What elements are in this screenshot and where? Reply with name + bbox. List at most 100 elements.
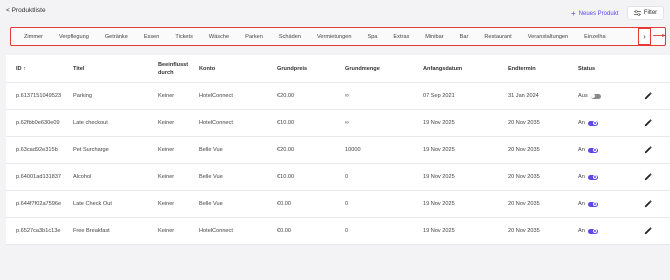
- table-header-row: ID ↑ Titel Beeinflusst durch Konto Grund…: [6, 55, 670, 83]
- column-header-quantity: Grundmenge: [345, 65, 380, 72]
- edit-button[interactable]: [644, 119, 652, 127]
- status-toggle[interactable]: [590, 93, 601, 99]
- edit-button[interactable]: [644, 227, 652, 235]
- table-row[interactable]: p.644f7f02a7596e Late Check Out Keiner Bell…: [6, 191, 670, 218]
- category-tab[interactable]: Restaurant: [476, 34, 519, 40]
- category-tab[interactable]: Getränke: [97, 34, 136, 40]
- category-next-button[interactable]: ›: [638, 28, 651, 45]
- category-tab[interactable]: Extras: [385, 34, 417, 40]
- account: Belle Vue: [199, 174, 223, 180]
- category-tab[interactable]: Einzelha: [576, 34, 613, 40]
- category-tab[interactable]: Wäsche: [201, 34, 237, 40]
- edit-button[interactable]: [644, 200, 652, 208]
- influenced-by: Keiner: [158, 201, 175, 207]
- column-header-id[interactable]: ID ↑: [16, 66, 26, 72]
- status-cell: An: [578, 120, 598, 126]
- category-tabs: Zimmer Verpflegung Getränke Essen Tickets Wäs…: [11, 28, 614, 45]
- status-label: Aus: [578, 93, 588, 99]
- pencil-icon: [644, 92, 652, 100]
- start-date: 07 Sep 2021: [423, 93, 455, 99]
- column-header-price: Grundpreis: [277, 65, 308, 72]
- end-date: 20 Nov 2035: [508, 174, 540, 180]
- base-quantity: 0: [345, 228, 349, 234]
- back-link[interactable]: < Produktliste: [6, 7, 46, 14]
- status-label: An: [578, 147, 585, 153]
- status-toggle[interactable]: [587, 120, 598, 126]
- start-date: 19 Nov 2025: [423, 201, 455, 207]
- base-price: €10.00: [277, 174, 295, 180]
- end-date: 20 Nov 2035: [508, 201, 540, 207]
- category-tab[interactable]: Minibar: [417, 34, 451, 40]
- product-id: p.613715104952​3: [16, 93, 62, 99]
- product-title: Alcohol: [73, 174, 92, 180]
- new-product-button[interactable]: + Neues Produkt: [571, 9, 618, 18]
- start-date: 19 Nov 2025: [423, 174, 455, 180]
- status-toggle[interactable]: [587, 174, 598, 180]
- red-arrow-annotation: [653, 34, 666, 37]
- product-title: Late checkout: [73, 120, 108, 126]
- status-label: An: [578, 120, 585, 126]
- pencil-icon: [644, 119, 652, 127]
- base-quantity: 0: [345, 174, 349, 180]
- pencil-icon: [644, 227, 652, 235]
- category-tab[interactable]: Verpflegung: [51, 34, 97, 40]
- account: HotelConnect: [199, 93, 233, 99]
- filter-sliders-icon: [633, 10, 641, 16]
- edit-button[interactable]: [644, 92, 652, 100]
- status-cell: An: [578, 174, 598, 180]
- base-quantity: 10000: [345, 147, 361, 153]
- end-date: 20 Nov 2035: [508, 228, 540, 234]
- account: Belle Vue: [199, 201, 223, 207]
- product-title: Free Breakfast: [73, 228, 110, 234]
- start-date: 19 Nov 2025: [423, 147, 455, 153]
- category-tab[interactable]: Bar: [452, 34, 477, 40]
- table-row[interactable]: p.6527ca3b1c13e Free Breakfast Keiner Hotel…: [6, 218, 670, 245]
- column-header-title: Titel: [73, 65, 85, 72]
- influenced-by: Keiner: [158, 228, 175, 234]
- category-tab[interactable]: Veranstaltungen: [520, 34, 576, 40]
- category-tab[interactable]: Schäden: [271, 34, 309, 40]
- influenced-by: Keiner: [158, 120, 175, 126]
- category-tab[interactable]: Zimmer: [11, 34, 51, 40]
- filter-button[interactable]: Filter: [627, 6, 664, 20]
- edit-button[interactable]: [644, 146, 652, 154]
- status-label: An: [578, 228, 585, 234]
- status-toggle[interactable]: [587, 228, 598, 234]
- category-tab[interactable]: Tickets: [167, 34, 201, 40]
- pencil-icon: [644, 173, 652, 181]
- status-cell: An: [578, 201, 598, 207]
- status-cell: Aus: [578, 93, 601, 99]
- status-cell: An: [578, 228, 598, 234]
- plus-icon: +: [571, 9, 576, 18]
- base-price: €10.00: [277, 120, 295, 126]
- end-date: 20 Nov 2035: [508, 120, 540, 126]
- product-id: p.64001ad131837: [16, 174, 62, 180]
- influenced-by: Keiner: [158, 93, 175, 99]
- category-tab[interactable]: Spa: [359, 34, 385, 40]
- status-cell: An: [578, 147, 598, 153]
- column-header-influenced-by: Beeinflusst durch: [158, 61, 189, 76]
- pencil-icon: [644, 200, 652, 208]
- product-title: Parking: [73, 93, 92, 99]
- column-header-end-date: Endtermin: [508, 65, 536, 72]
- edit-button[interactable]: [644, 173, 652, 181]
- category-tab[interactable]: Vermietungen: [309, 34, 360, 40]
- category-tab[interactable]: Parken: [237, 34, 271, 40]
- base-price: €0.00: [277, 201, 291, 207]
- table-row[interactable]: p.64001ad131837 Alcohol Keiner Belle Vue €10…: [6, 164, 670, 191]
- product-id: p.6527ca3b1c13e: [16, 228, 61, 234]
- category-tab[interactable]: Essen: [136, 34, 168, 40]
- account: Belle Vue: [199, 147, 223, 153]
- table-row[interactable]: p.613715104952​3 Parking Keiner HotelConnec…: [6, 83, 670, 110]
- filter-label: Filter: [643, 10, 658, 16]
- table-row[interactable]: p.63cad92e315b Pet Surcharge Keiner Belle V…: [6, 137, 670, 164]
- product-title: Late Check Out: [73, 201, 112, 207]
- status-toggle[interactable]: [587, 201, 598, 207]
- base-price: €20.00: [277, 147, 295, 153]
- status-toggle[interactable]: [587, 147, 598, 153]
- product-table: ID ↑ Titel Beeinflusst durch Konto Grund…: [6, 55, 670, 245]
- column-header-start-date: Anfangsdatum: [423, 65, 463, 72]
- product-id: p.63cad92e315b: [16, 147, 58, 153]
- base-price: €0.00: [277, 228, 291, 234]
- table-row[interactable]: p.62fbb0e630e09 Late checkout Keiner HotelC…: [6, 110, 670, 137]
